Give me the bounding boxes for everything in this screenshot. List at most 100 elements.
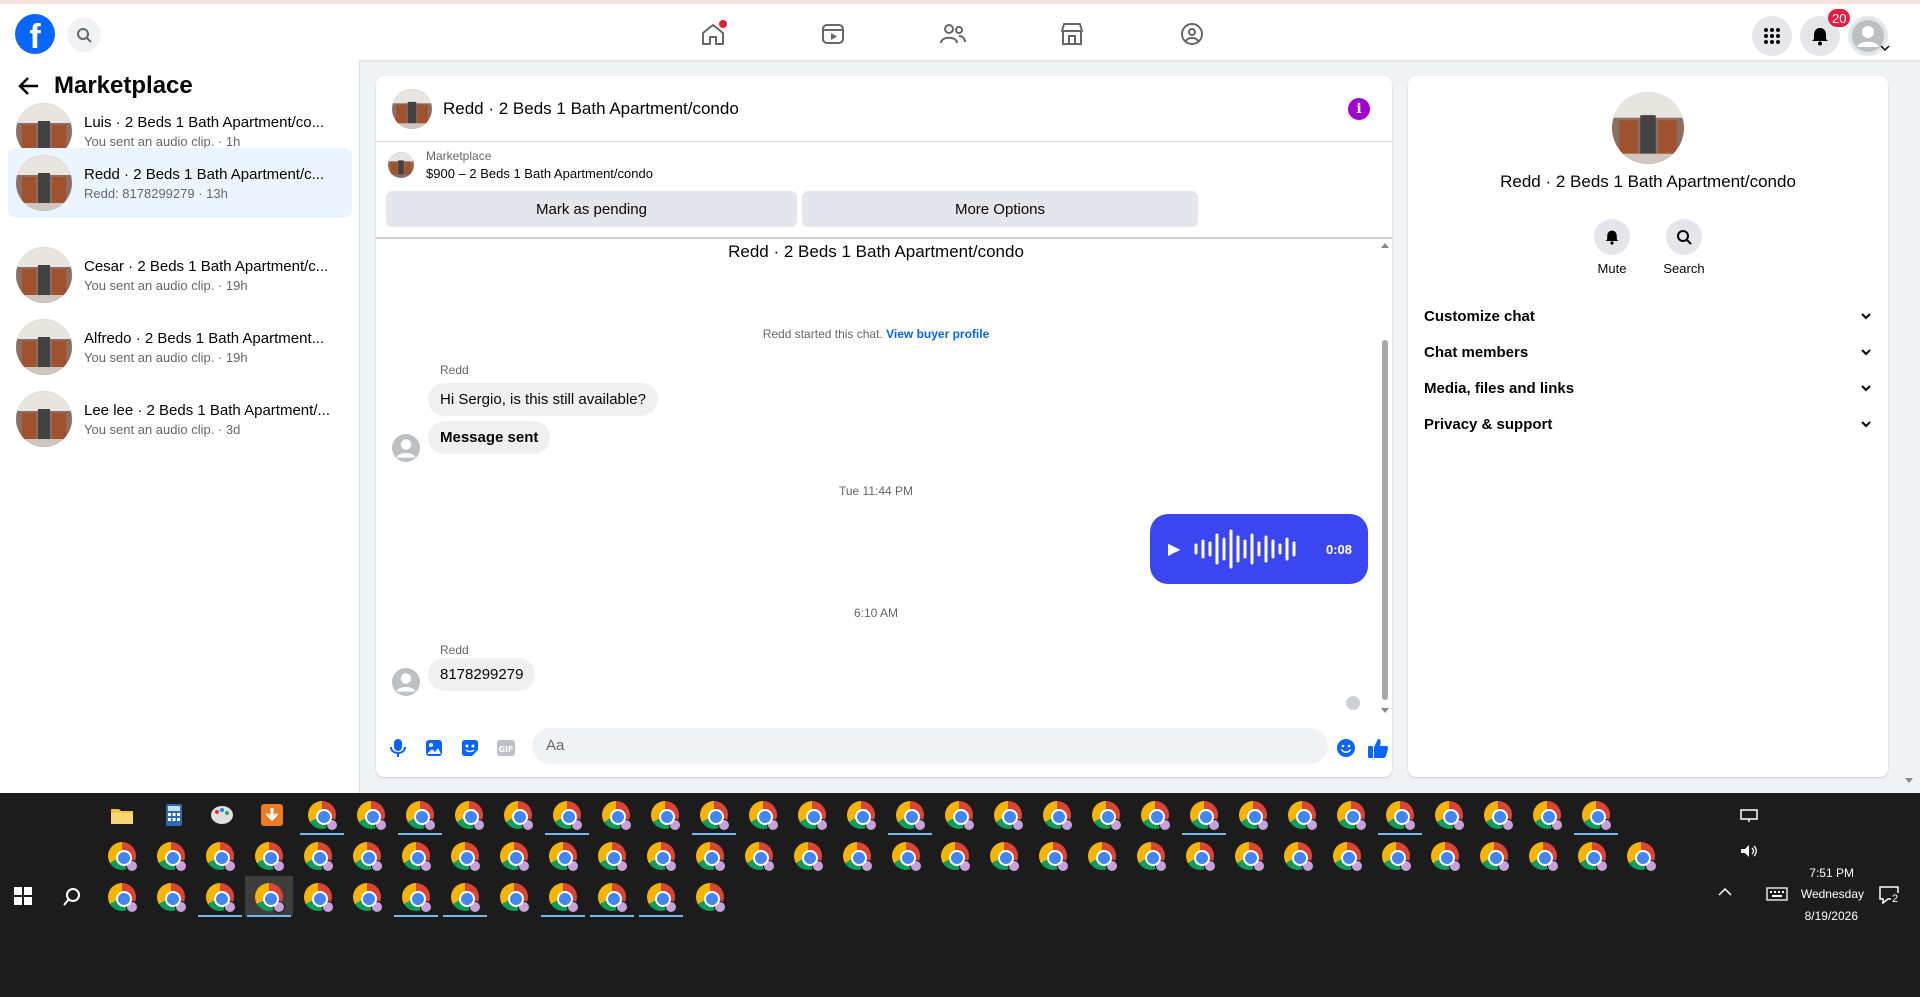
mute-button[interactable]: Mute bbox=[1582, 219, 1642, 276]
sender-avatar[interactable] bbox=[392, 434, 420, 462]
photo-button[interactable] bbox=[422, 736, 446, 760]
chrome-browser-icon[interactable] bbox=[847, 801, 877, 831]
clock-date[interactable]: 8/19/2026 bbox=[1770, 909, 1858, 923]
chrome-browser-icon[interactable] bbox=[1141, 801, 1171, 831]
chrome-browser-icon[interactable] bbox=[108, 842, 138, 872]
chrome-browser-icon[interactable] bbox=[651, 801, 681, 831]
media-files-links-section[interactable]: Media, files and links bbox=[1424, 370, 1872, 406]
message-bubble[interactable]: 8178299279 bbox=[428, 658, 536, 691]
chrome-browser-icon[interactable] bbox=[549, 883, 579, 913]
nav-video[interactable] bbox=[817, 18, 849, 50]
taskbar-search-icon[interactable] bbox=[62, 887, 82, 907]
privacy-support-section[interactable]: Privacy & support bbox=[1424, 406, 1872, 442]
conversation-item[interactable]: Cesar · 2 Beds 1 Bath Apartment/c... You … bbox=[8, 240, 352, 310]
message-bubble[interactable]: Hi Sergio, is this still available? bbox=[428, 383, 658, 416]
chrome-browser-icon[interactable] bbox=[1088, 842, 1118, 872]
chrome-browser-icon[interactable] bbox=[353, 883, 383, 913]
chat-title[interactable]: Redd · 2 Beds 1 Bath Apartment/condo bbox=[443, 99, 739, 119]
chrome-browser-icon[interactable] bbox=[1239, 801, 1269, 831]
display-icon[interactable] bbox=[1740, 809, 1758, 823]
chrome-browser-icon[interactable] bbox=[647, 883, 677, 913]
show-hidden-icons-chevron-up-icon[interactable] bbox=[1718, 887, 1732, 897]
conversation-item[interactable]: Lee lee · 2 Beds 1 Bath Apartment/... You… bbox=[8, 384, 352, 454]
chrome-browser-icon[interactable] bbox=[451, 842, 481, 872]
chat-scrollbar[interactable] bbox=[1380, 242, 1390, 716]
chrome-browser-icon[interactable] bbox=[1435, 801, 1465, 831]
chrome-browser-icon[interactable] bbox=[206, 883, 236, 913]
chrome-browser-icon[interactable] bbox=[402, 842, 432, 872]
chrome-browser-icon[interactable] bbox=[1186, 842, 1216, 872]
chrome-browser-icon[interactable] bbox=[157, 883, 187, 913]
facebook-logo[interactable]: f bbox=[15, 14, 55, 56]
chrome-browser-icon[interactable] bbox=[255, 883, 285, 913]
microphone-button[interactable] bbox=[386, 736, 410, 760]
scroll-thumb[interactable] bbox=[1382, 340, 1388, 700]
calculator-icon[interactable] bbox=[160, 801, 188, 829]
file-explorer-icon[interactable] bbox=[108, 801, 136, 829]
play-icon[interactable]: ▶ bbox=[1168, 539, 1180, 559]
chrome-browser-icon[interactable] bbox=[1284, 842, 1314, 872]
chrome-browser-icon[interactable] bbox=[602, 801, 632, 831]
chrome-browser-icon[interactable] bbox=[357, 801, 387, 831]
chrome-browser-icon[interactable] bbox=[304, 883, 334, 913]
chrome-browser-icon[interactable] bbox=[406, 801, 436, 831]
chrome-browser-icon[interactable] bbox=[304, 842, 334, 872]
chrome-browser-icon[interactable] bbox=[157, 842, 187, 872]
more-options-button[interactable]: More Options bbox=[802, 191, 1198, 227]
chrome-browser-icon[interactable] bbox=[1627, 842, 1657, 872]
nav-friends[interactable] bbox=[937, 18, 969, 50]
download-app-icon[interactable] bbox=[258, 801, 286, 829]
conversation-item-active[interactable]: Redd · 2 Beds 1 Bath Apartment/c... Redd:… bbox=[8, 148, 352, 218]
sticker-button[interactable] bbox=[458, 736, 482, 760]
chrome-browser-icon[interactable] bbox=[994, 801, 1024, 831]
chrome-browser-icon[interactable] bbox=[945, 801, 975, 831]
page-scroll-down-arrow-icon[interactable] bbox=[1905, 778, 1913, 784]
chrome-browser-icon[interactable] bbox=[1137, 842, 1167, 872]
nav-gaming[interactable] bbox=[1176, 18, 1208, 50]
chrome-browser-icon[interactable] bbox=[696, 883, 726, 913]
message-bubble[interactable]: Message sent bbox=[428, 421, 551, 454]
chrome-browser-icon[interactable] bbox=[1190, 801, 1220, 831]
chrome-browser-icon[interactable] bbox=[1484, 801, 1514, 831]
action-center-button[interactable]: 2 bbox=[1879, 886, 1905, 906]
gif-button[interactable]: GIF bbox=[494, 736, 518, 760]
nav-home[interactable] bbox=[697, 18, 729, 50]
chrome-browser-icon[interactable] bbox=[1431, 842, 1461, 872]
chrome-browser-icon[interactable] bbox=[308, 801, 338, 831]
chrome-browser-icon[interactable] bbox=[598, 842, 628, 872]
chrome-browser-icon[interactable] bbox=[451, 883, 481, 913]
emoji-button[interactable] bbox=[1334, 736, 1358, 760]
chrome-browser-icon[interactable] bbox=[1382, 842, 1412, 872]
scroll-up-arrow-icon[interactable] bbox=[1381, 242, 1389, 248]
chrome-browser-icon[interactable] bbox=[1288, 801, 1318, 831]
chrome-browser-icon[interactable] bbox=[941, 842, 971, 872]
chrome-browser-icon[interactable] bbox=[1578, 842, 1608, 872]
chat-members-section[interactable]: Chat members bbox=[1424, 334, 1872, 370]
back-arrow-icon[interactable] bbox=[18, 76, 40, 96]
audio-message[interactable]: ▶ 0:08 bbox=[1150, 514, 1368, 584]
chrome-browser-icon[interactable] bbox=[402, 883, 432, 913]
chat-avatar[interactable] bbox=[392, 88, 432, 129]
message-input[interactable]: Aa bbox=[532, 728, 1328, 764]
chrome-browser-icon[interactable] bbox=[896, 801, 926, 831]
chrome-browser-icon[interactable] bbox=[1235, 842, 1265, 872]
chrome-browser-icon[interactable] bbox=[1039, 842, 1069, 872]
windows-start-icon[interactable] bbox=[14, 887, 32, 905]
customize-chat-section[interactable]: Customize chat bbox=[1424, 298, 1872, 334]
chrome-browser-icon[interactable] bbox=[500, 842, 530, 872]
chrome-browser-icon[interactable] bbox=[553, 801, 583, 831]
chrome-browser-icon[interactable] bbox=[1529, 842, 1559, 872]
search-button[interactable] bbox=[67, 18, 101, 52]
mark-as-pending-button[interactable]: Mark as pending bbox=[386, 191, 797, 227]
conversation-item[interactable]: Alfredo · 2 Beds 1 Bath Apartment... You … bbox=[8, 312, 352, 382]
chevron-down-icon[interactable] bbox=[1880, 44, 1890, 52]
chrome-browser-icon[interactable] bbox=[1533, 801, 1563, 831]
chrome-browser-icon[interactable] bbox=[647, 842, 677, 872]
sender-avatar[interactable] bbox=[392, 668, 420, 696]
chrome-browser-icon[interactable] bbox=[749, 801, 779, 831]
menu-button[interactable] bbox=[1752, 16, 1792, 56]
chrome-browser-icon[interactable] bbox=[700, 801, 730, 831]
chrome-browser-icon[interactable] bbox=[1092, 801, 1122, 831]
nav-marketplace[interactable] bbox=[1056, 18, 1088, 50]
chrome-browser-icon[interactable] bbox=[108, 883, 138, 913]
